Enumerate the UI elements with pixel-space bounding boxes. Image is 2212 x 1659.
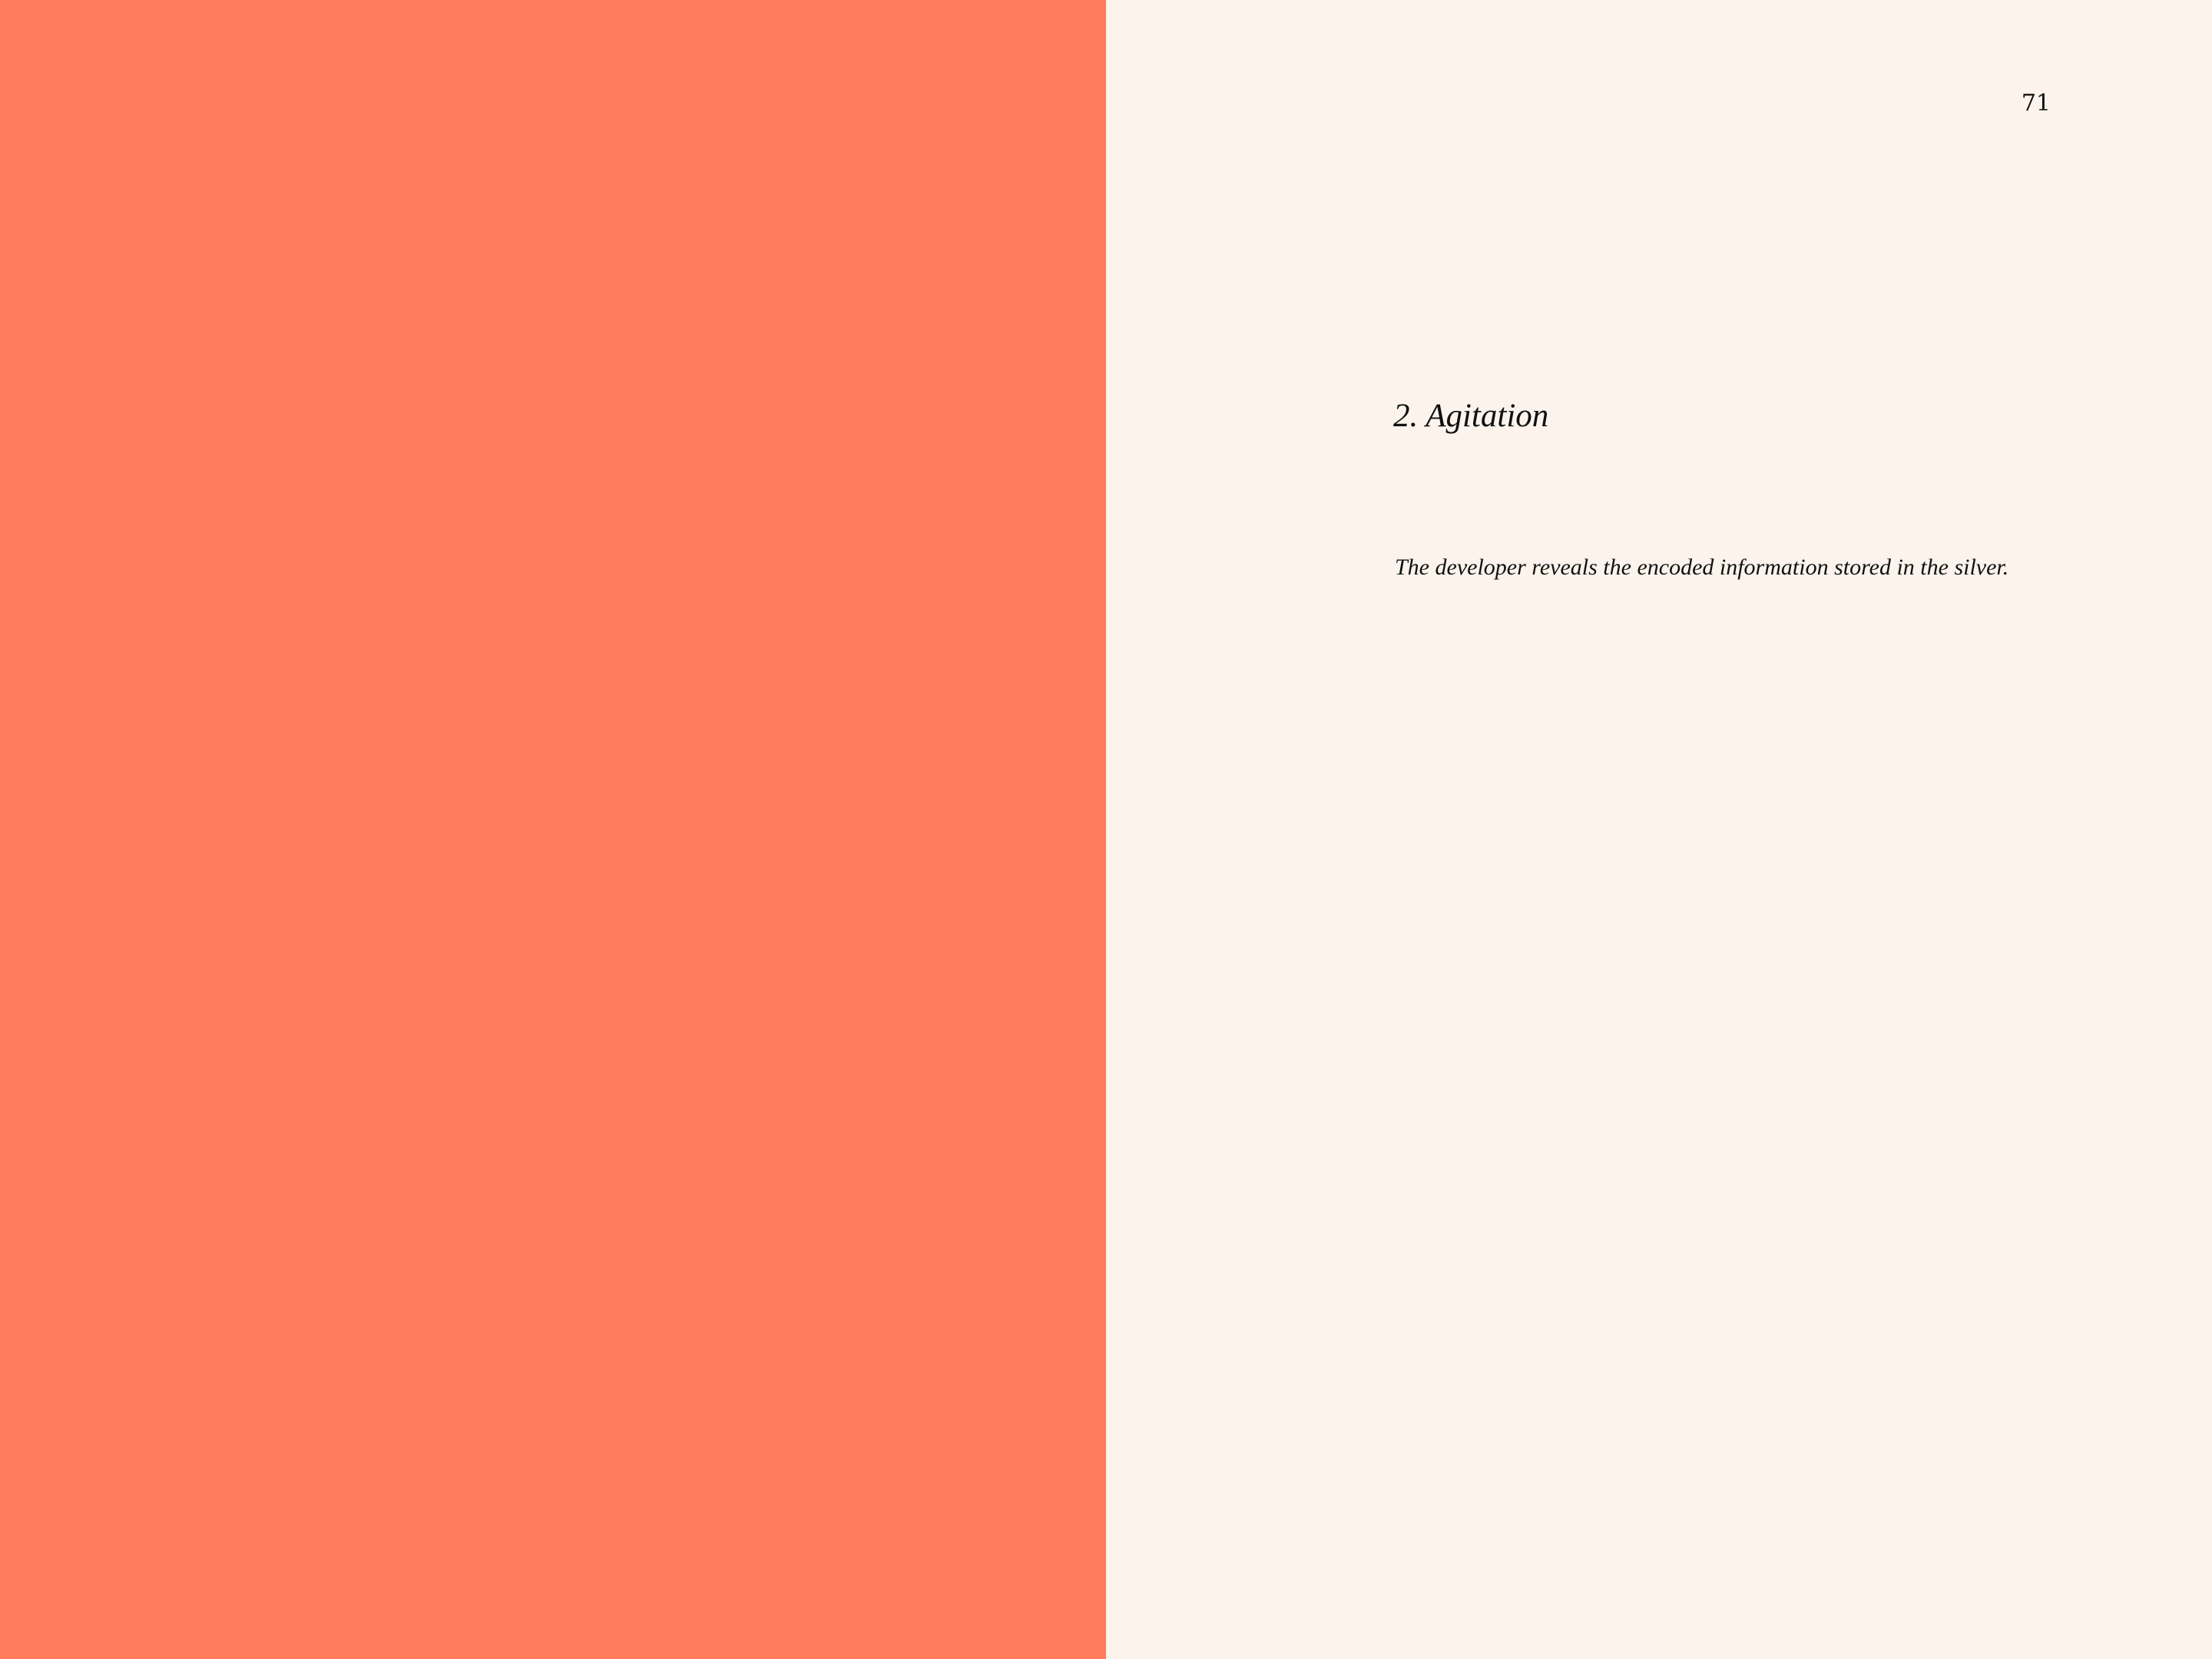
chapter-title: 2. Agitation: [1393, 398, 1549, 434]
body-paragraph: The developer reveals the encoded inform…: [1395, 555, 2009, 580]
book-spread: 71 2. Agitation The developer reveals th…: [0, 0, 2212, 1659]
left-color-page: [0, 0, 1106, 1659]
page-number: 71: [2021, 90, 2051, 117]
right-text-page: 71 2. Agitation The developer reveals th…: [1106, 0, 2212, 1659]
